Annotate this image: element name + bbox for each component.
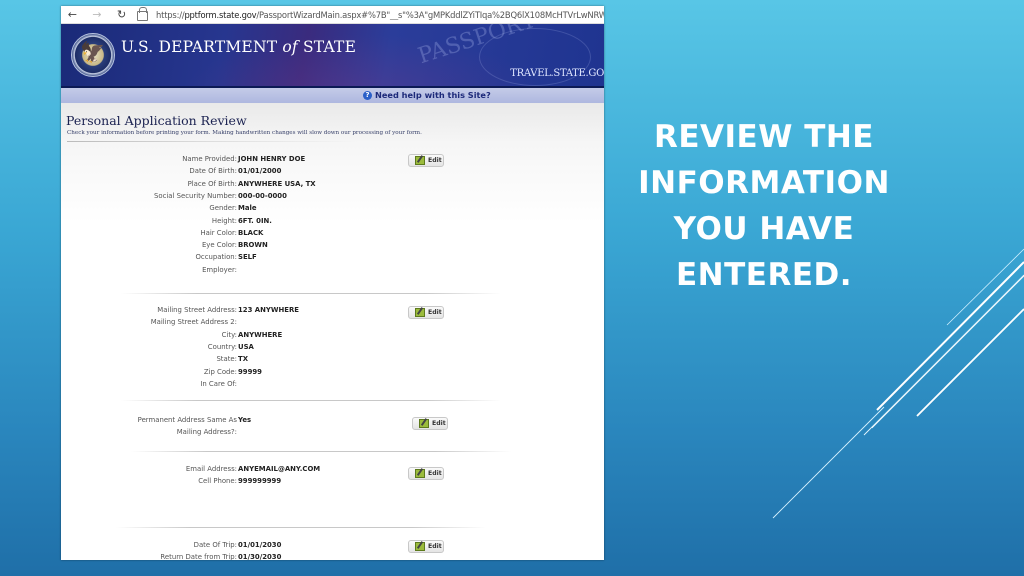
deco-line <box>871 275 1024 429</box>
deco-line <box>876 261 1024 411</box>
deco-line <box>916 308 1024 417</box>
deco-line <box>863 274 1024 436</box>
decorative-lines <box>772 248 1024 519</box>
deco-line <box>772 406 885 519</box>
